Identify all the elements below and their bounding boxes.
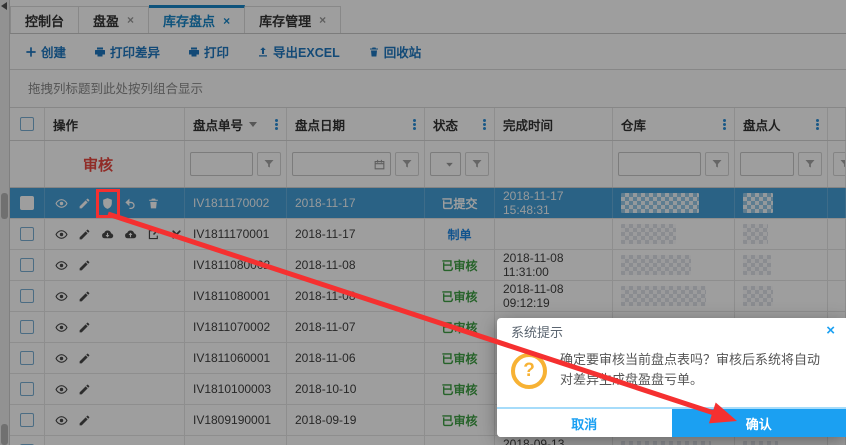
annotation-highlight-box xyxy=(96,189,120,218)
confirm-button[interactable]: 确认 xyxy=(672,409,846,437)
confirm-audit-dialog: 系统提示 × ? 确定要审核当前盘点表吗？审核后系统将自动对差异生成盘盈盘亏单。… xyxy=(497,318,846,437)
dialog-body: ? 确定要审核当前盘点表吗？审核后系统将自动对差异生成盘盈盘亏单。 xyxy=(497,346,846,390)
dialog-close-icon[interactable]: × xyxy=(826,323,835,338)
dialog-message: 确定要审核当前盘点表吗？审核后系统将自动对差异生成盘盈盘亏单。 xyxy=(560,350,830,390)
cancel-button[interactable]: 取消 xyxy=(497,409,672,437)
dialog-footer: 取消 确认 xyxy=(497,407,846,437)
inventory-count-page: 控制台盘盈×库存盘点×库存管理× 创建打印差异打印导出EXCEL回收站 拖拽列标… xyxy=(0,0,846,445)
question-icon: ? xyxy=(511,353,547,389)
dialog-title: 系统提示 xyxy=(497,318,846,346)
